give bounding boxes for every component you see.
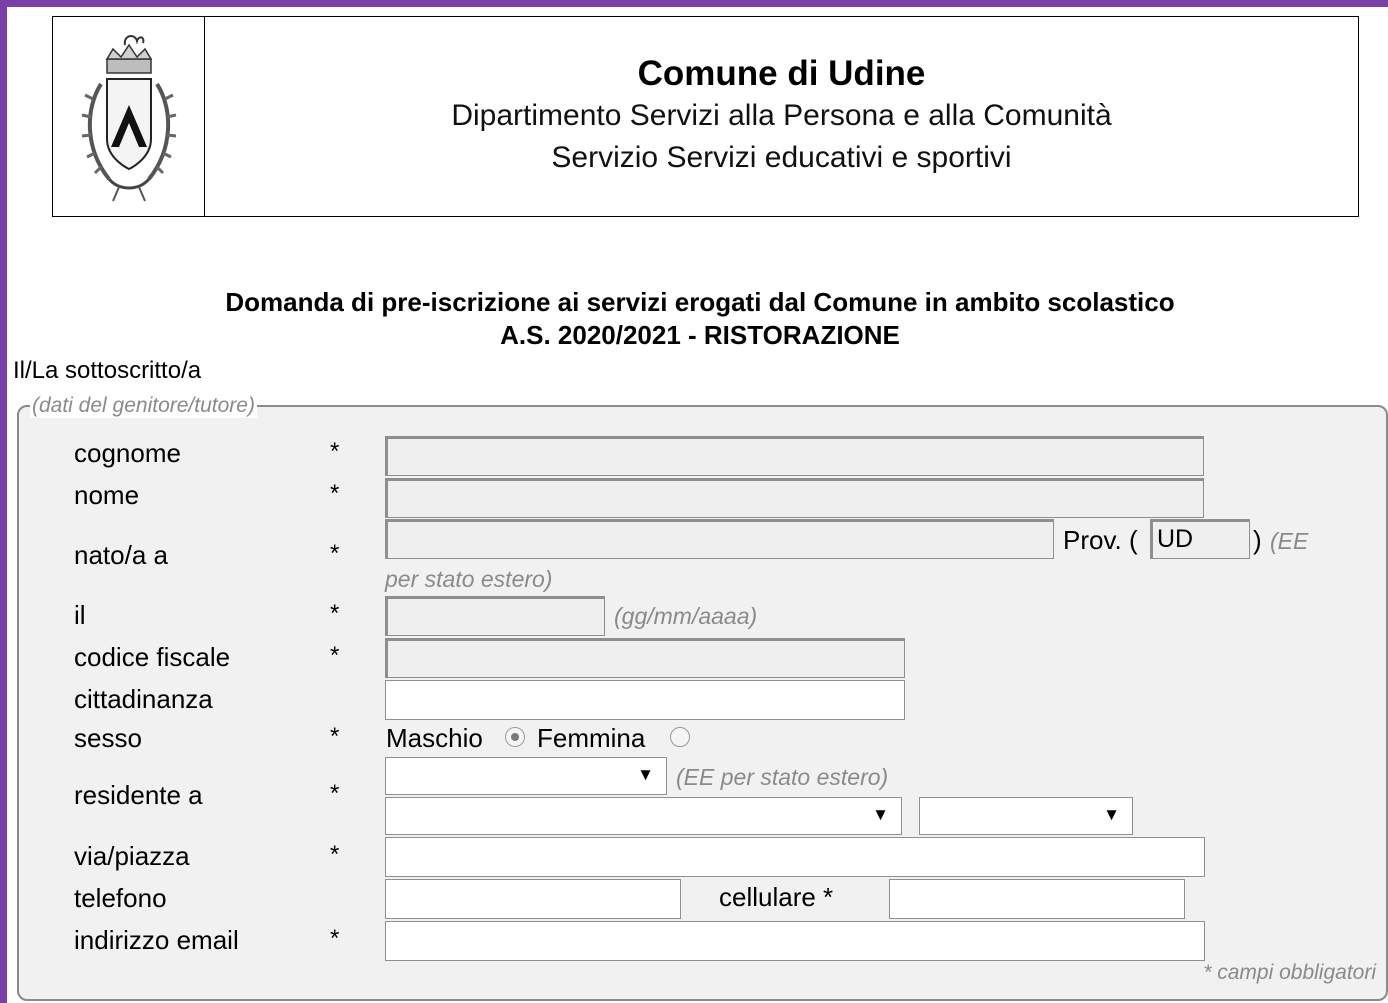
required-asterisk: * <box>330 780 340 807</box>
mobile-label: cellulare * <box>719 882 834 912</box>
service-name: Servizio Servizi educativi e sportivi <box>551 141 1012 174</box>
required-asterisk: * <box>330 480 340 507</box>
prov-label-close: ) <box>1253 525 1262 555</box>
fieldset-legend: (dati del genitore/tutore) <box>30 394 257 418</box>
prov-hint: (EE <box>1270 528 1309 554</box>
surname-input[interactable] <box>385 436 1204 476</box>
form-title-line1: Domanda di pre-iscrizione ai servizi ero… <box>225 287 1175 317</box>
required-asterisk: * <box>330 438 340 465</box>
residence-province-select[interactable]: ▼ <box>385 757 667 795</box>
street-input[interactable] <box>385 837 1205 877</box>
residence-locality-select[interactable]: ▼ <box>919 797 1133 835</box>
female-radio[interactable] <box>670 727 690 747</box>
form-title: Domanda di pre-iscrizione ai servizi ero… <box>0 286 1388 352</box>
birthdate-format-hint: (gg/mm/aaaa) <box>614 603 758 629</box>
female-option-label: Femmina <box>537 723 646 753</box>
logo-cell <box>53 17 205 216</box>
street-label: via/piazza <box>74 841 190 871</box>
required-asterisk: * <box>330 642 340 669</box>
birth-province-input[interactable]: UD <box>1150 519 1250 559</box>
name-input[interactable] <box>385 478 1204 518</box>
window-frame-top <box>0 0 1388 7</box>
required-asterisk: * <box>330 723 340 750</box>
citizenship-input[interactable] <box>385 680 905 720</box>
birthplace-label: nato/a a <box>74 540 168 570</box>
tax-code-label: codice fiscale <box>74 642 231 672</box>
header-table: Comune di Udine Dipartimento Servizi all… <box>52 16 1359 217</box>
tax-code-input[interactable] <box>385 638 905 678</box>
required-asterisk: * <box>330 841 340 868</box>
prov-hint-continued: per stato estero) <box>385 566 553 592</box>
citizenship-label: cittadinanza <box>74 684 213 714</box>
department-name: Dipartimento Servizi alla Persona e alla… <box>451 99 1112 132</box>
birthdate-label: il <box>74 600 86 630</box>
name-label: nome <box>74 480 140 510</box>
phone-label: telefono <box>74 883 167 913</box>
male-option-label: Maschio <box>386 723 483 753</box>
undersigned-label: Il/La sottoscritto/a <box>13 357 202 384</box>
residence-hint: (EE per stato estero) <box>676 764 889 790</box>
required-asterisk: * <box>330 925 340 952</box>
prov-label-open: Prov. ( <box>1063 525 1138 555</box>
residence-label: residente a <box>74 780 203 810</box>
required-asterisk: * <box>330 600 340 627</box>
mobile-input[interactable] <box>889 879 1185 919</box>
required-fields-note: * campi obbligatori <box>1203 961 1376 984</box>
window-frame-left <box>0 0 7 1003</box>
sex-label: sesso <box>74 723 142 753</box>
required-asterisk: * <box>330 540 340 567</box>
chevron-down-icon: ▼ <box>637 765 654 784</box>
header-title-cell: Comune di Udine Dipartimento Servizi all… <box>205 17 1358 216</box>
residence-municipality-select[interactable]: ▼ <box>385 797 902 835</box>
chevron-down-icon: ▼ <box>1103 805 1120 824</box>
phone-input[interactable] <box>385 879 681 919</box>
birthdate-input[interactable] <box>385 596 605 636</box>
birthplace-input[interactable] <box>385 519 1054 559</box>
form-title-line2: A.S. 2020/2021 - RISTORAZIONE <box>500 320 900 350</box>
surname-label: cognome <box>74 438 181 468</box>
male-radio[interactable] <box>505 727 525 747</box>
coat-of-arms-icon <box>81 35 176 202</box>
municipality-title: Comune di Udine <box>637 54 926 93</box>
email-label: indirizzo email <box>74 925 239 955</box>
email-input[interactable] <box>385 921 1205 961</box>
chevron-down-icon: ▼ <box>872 805 889 824</box>
